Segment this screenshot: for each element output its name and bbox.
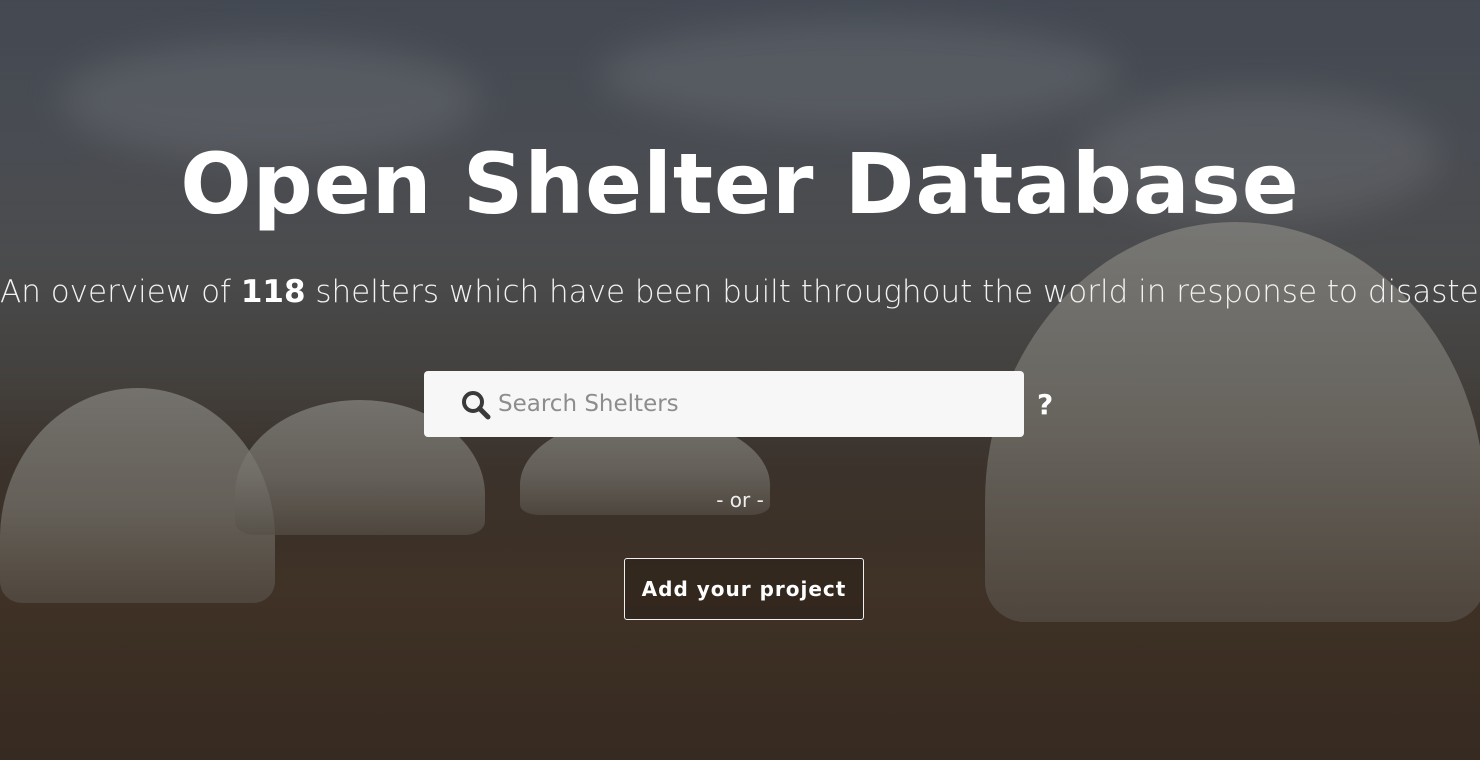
shelter-count: 118 xyxy=(240,274,306,310)
hero-section: Open Shelter Database An overview of 118… xyxy=(0,0,1480,760)
search-input[interactable] xyxy=(498,371,998,437)
subtitle-prefix: An overview of xyxy=(0,274,241,310)
add-project-button[interactable]: Add your project xyxy=(624,558,864,620)
subtitle-suffix: shelters which have been built throughou… xyxy=(305,274,1480,310)
search-icon[interactable] xyxy=(460,389,492,421)
search-help-button[interactable]: ? xyxy=(1037,387,1053,423)
page-subtitle: An overview of 118 shelters which have b… xyxy=(0,270,1480,314)
page-title: Open Shelter Database xyxy=(180,135,1300,233)
or-divider: - or - xyxy=(716,488,764,512)
search-box xyxy=(424,371,1024,437)
